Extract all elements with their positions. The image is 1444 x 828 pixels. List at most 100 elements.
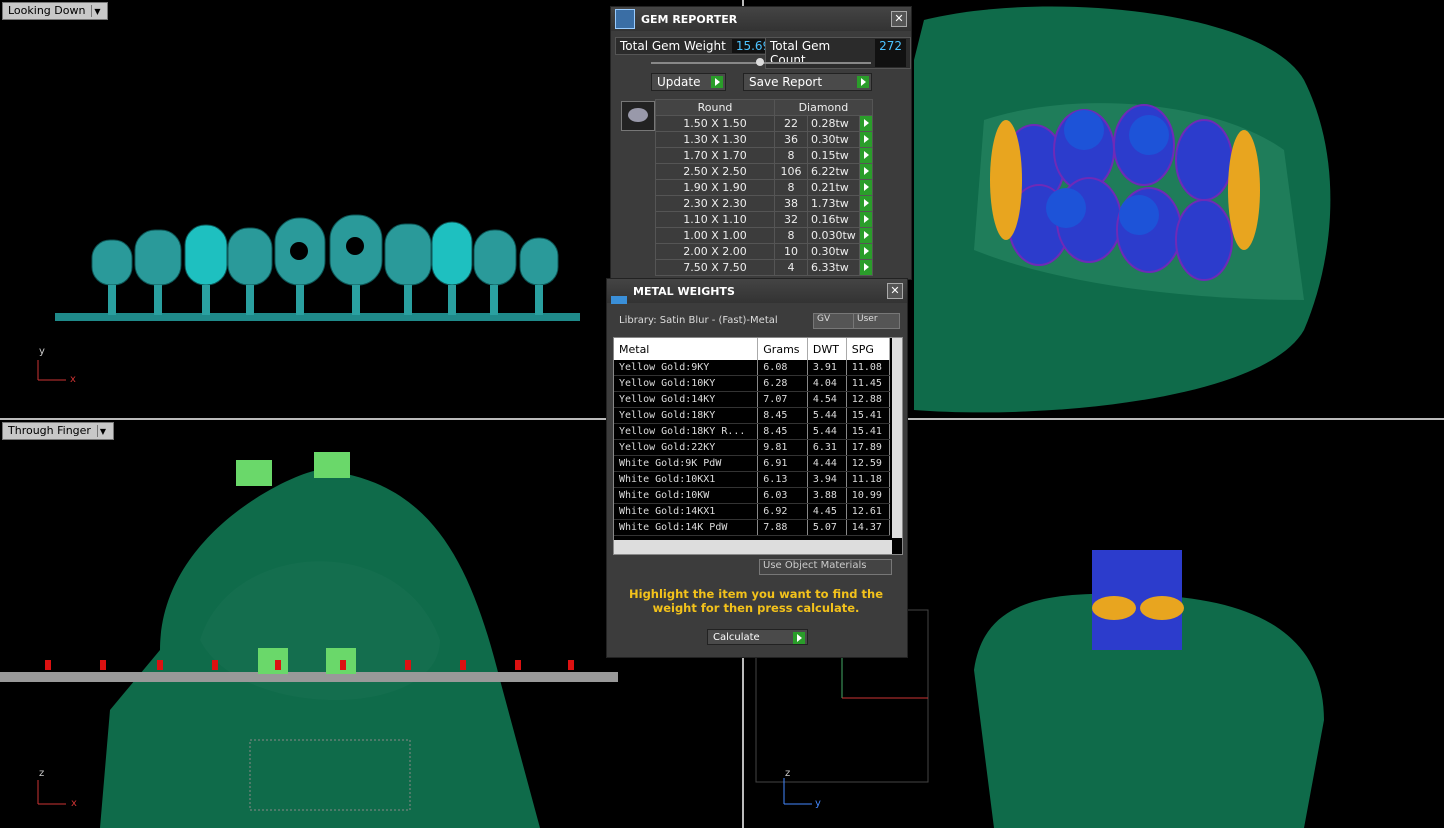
gem-row[interactable]: 1.10 X 1.10 32 0.16tw: [655, 211, 873, 228]
axis-label-x: x: [70, 374, 76, 385]
gem-weight: 6.22tw: [807, 163, 860, 180]
column-header[interactable]: DWT: [807, 338, 847, 360]
gem-row[interactable]: 1.30 X 1.30 36 0.30tw: [655, 131, 873, 148]
play-icon[interactable]: [858, 147, 873, 164]
column-header[interactable]: Grams: [757, 338, 808, 360]
table-cell: 5.07: [807, 519, 847, 536]
table-row[interactable]: Yellow Gold:22KY 9.81 6.31 17.89: [614, 439, 891, 456]
table-row[interactable]: Yellow Gold:18KY R... 8.45 5.44 15.41: [614, 423, 891, 440]
play-icon[interactable]: [858, 163, 873, 180]
table-cell: 12.59: [846, 455, 891, 472]
table-row[interactable]: White Gold:9K PdW 6.91 4.44 12.59: [614, 455, 891, 472]
gem-size: 7.50 X 7.50: [655, 259, 775, 276]
table-cell: 5.44: [807, 407, 847, 424]
gem-shape-thumbnail[interactable]: [621, 101, 655, 131]
gem-count: 106: [774, 163, 808, 180]
gem-row[interactable]: 1.00 X 1.00 8 0.030tw: [655, 227, 873, 244]
column-header-round: Round: [655, 99, 775, 116]
gem-row[interactable]: 2.50 X 2.50 106 6.22tw: [655, 163, 873, 180]
table-cell: 15.41: [846, 423, 891, 440]
gem-weight: 0.21tw: [807, 179, 860, 196]
table-row[interactable]: Yellow Gold:18KY 8.45 5.44 15.41: [614, 407, 891, 424]
table-cell: White Gold:14KX1: [614, 503, 759, 520]
metal-weights-panel: METAL WEIGHTS ✕ Library: Satin Blur - (F…: [606, 278, 908, 658]
table-cell: White Gold:14K PdW: [614, 519, 759, 536]
play-icon[interactable]: [858, 227, 873, 244]
table-row[interactable]: White Gold:10KW 6.03 3.88 10.99: [614, 487, 891, 504]
play-icon[interactable]: [858, 131, 873, 148]
gem-weight: 6.33tw: [807, 259, 860, 276]
table-cell: 8.45: [757, 423, 808, 440]
horizontal-scrollbar[interactable]: [614, 540, 892, 554]
gem-weight: 0.30tw: [807, 131, 860, 148]
table-cell: 8.45: [757, 407, 808, 424]
gem-count: 4: [774, 259, 808, 276]
gem-weight: 0.28tw: [807, 115, 860, 132]
column-header[interactable]: SPG: [846, 338, 891, 360]
gem-count: 32: [774, 211, 808, 228]
table-row[interactable]: White Gold:10KX1 6.13 3.94 11.18: [614, 471, 891, 488]
close-icon[interactable]: ✕: [887, 283, 903, 299]
table-cell: White Gold:9K PdW: [614, 455, 759, 472]
user-toggle[interactable]: User: [853, 313, 900, 329]
metal-table: Metal Grams DWT SPG Yellow Gold:9KY 6.08 3.91…: [614, 338, 891, 536]
play-icon: [857, 76, 869, 88]
gv-toggle[interactable]: GV: [813, 313, 854, 329]
play-icon[interactable]: [858, 259, 873, 276]
table-cell: 17.89: [846, 439, 891, 456]
size-slider[interactable]: [651, 58, 871, 66]
slider-handle[interactable]: [756, 58, 764, 66]
table-cell: White Gold:10KX1: [614, 471, 759, 488]
gem-reporter-panel: GEM REPORTER ✕ Total Gem Weight 15.69 To…: [610, 6, 912, 280]
table-cell: 15.41: [846, 407, 891, 424]
gem-reporter-titlebar: GEM REPORTER: [611, 7, 911, 31]
calculate-button[interactable]: Calculate: [707, 629, 808, 645]
table-cell: 6.28: [757, 375, 808, 392]
close-icon[interactable]: ✕: [891, 11, 907, 27]
table-cell: 4.04: [807, 375, 847, 392]
instruction-text: Highlight the item you want to find the …: [629, 587, 883, 615]
flask-icon: [611, 278, 627, 304]
total-gem-count: Total Gem Count 272: [765, 37, 911, 69]
table-row[interactable]: Yellow Gold:10KY 6.28 4.04 11.45: [614, 375, 891, 392]
table-row[interactable]: Yellow Gold:14KY 7.07 4.54 12.88: [614, 391, 891, 408]
table-cell: 12.88: [846, 391, 891, 408]
play-icon[interactable]: [858, 211, 873, 228]
table-cell: 3.94: [807, 471, 847, 488]
column-header[interactable]: Metal: [614, 338, 759, 360]
gem-row[interactable]: 1.50 X 1.50 22 0.28tw: [655, 115, 873, 132]
table-cell: 4.54: [807, 391, 847, 408]
table-row[interactable]: White Gold:14K PdW 7.88 5.07 14.37: [614, 519, 891, 536]
table-row[interactable]: White Gold:14KX1 6.92 4.45 12.61: [614, 503, 891, 520]
gem-size: 1.70 X 1.70: [655, 147, 775, 164]
gem-weight: 0.030tw: [807, 227, 860, 244]
vertical-scrollbar[interactable]: [892, 338, 902, 538]
gem-row[interactable]: 2.00 X 2.00 10 0.30tw: [655, 243, 873, 260]
table-cell: 9.81: [757, 439, 808, 456]
gem-row[interactable]: 1.70 X 1.70 8 0.15tw: [655, 147, 873, 164]
gem-row[interactable]: 7.50 X 7.50 4 6.33tw: [655, 259, 873, 276]
play-icon[interactable]: [858, 179, 873, 196]
gem-count: 38: [774, 195, 808, 212]
round-gem-icon: [628, 108, 648, 122]
save-report-button[interactable]: Save Report: [743, 73, 872, 91]
use-object-materials-toggle[interactable]: Use Object Materials: [759, 559, 892, 575]
play-icon[interactable]: [858, 195, 873, 212]
play-icon[interactable]: [858, 243, 873, 260]
column-header-diamond: Diamond: [774, 99, 873, 116]
axis-label-y: y: [815, 798, 821, 809]
update-button[interactable]: Update: [651, 73, 726, 91]
table-cell: 6.92: [757, 503, 808, 520]
table-row[interactable]: Yellow Gold:9KY 6.08 3.91 11.08: [614, 360, 891, 376]
total-gem-weight: Total Gem Weight 15.69: [615, 37, 780, 55]
metal-table-container[interactable]: Metal Grams DWT SPG Yellow Gold:9KY 6.08 3.91…: [613, 337, 903, 555]
axis-label-y: y: [39, 346, 45, 357]
gem-size: 1.00 X 1.00: [655, 227, 775, 244]
gem-row[interactable]: 2.30 X 2.30 38 1.73tw: [655, 195, 873, 212]
gem-count: 8: [774, 179, 808, 196]
table-cell: 11.45: [846, 375, 891, 392]
table-cell: 4.44: [807, 455, 847, 472]
play-icon[interactable]: [858, 115, 873, 132]
table-cell: 4.45: [807, 503, 847, 520]
gem-row[interactable]: 1.90 X 1.90 8 0.21tw: [655, 179, 873, 196]
